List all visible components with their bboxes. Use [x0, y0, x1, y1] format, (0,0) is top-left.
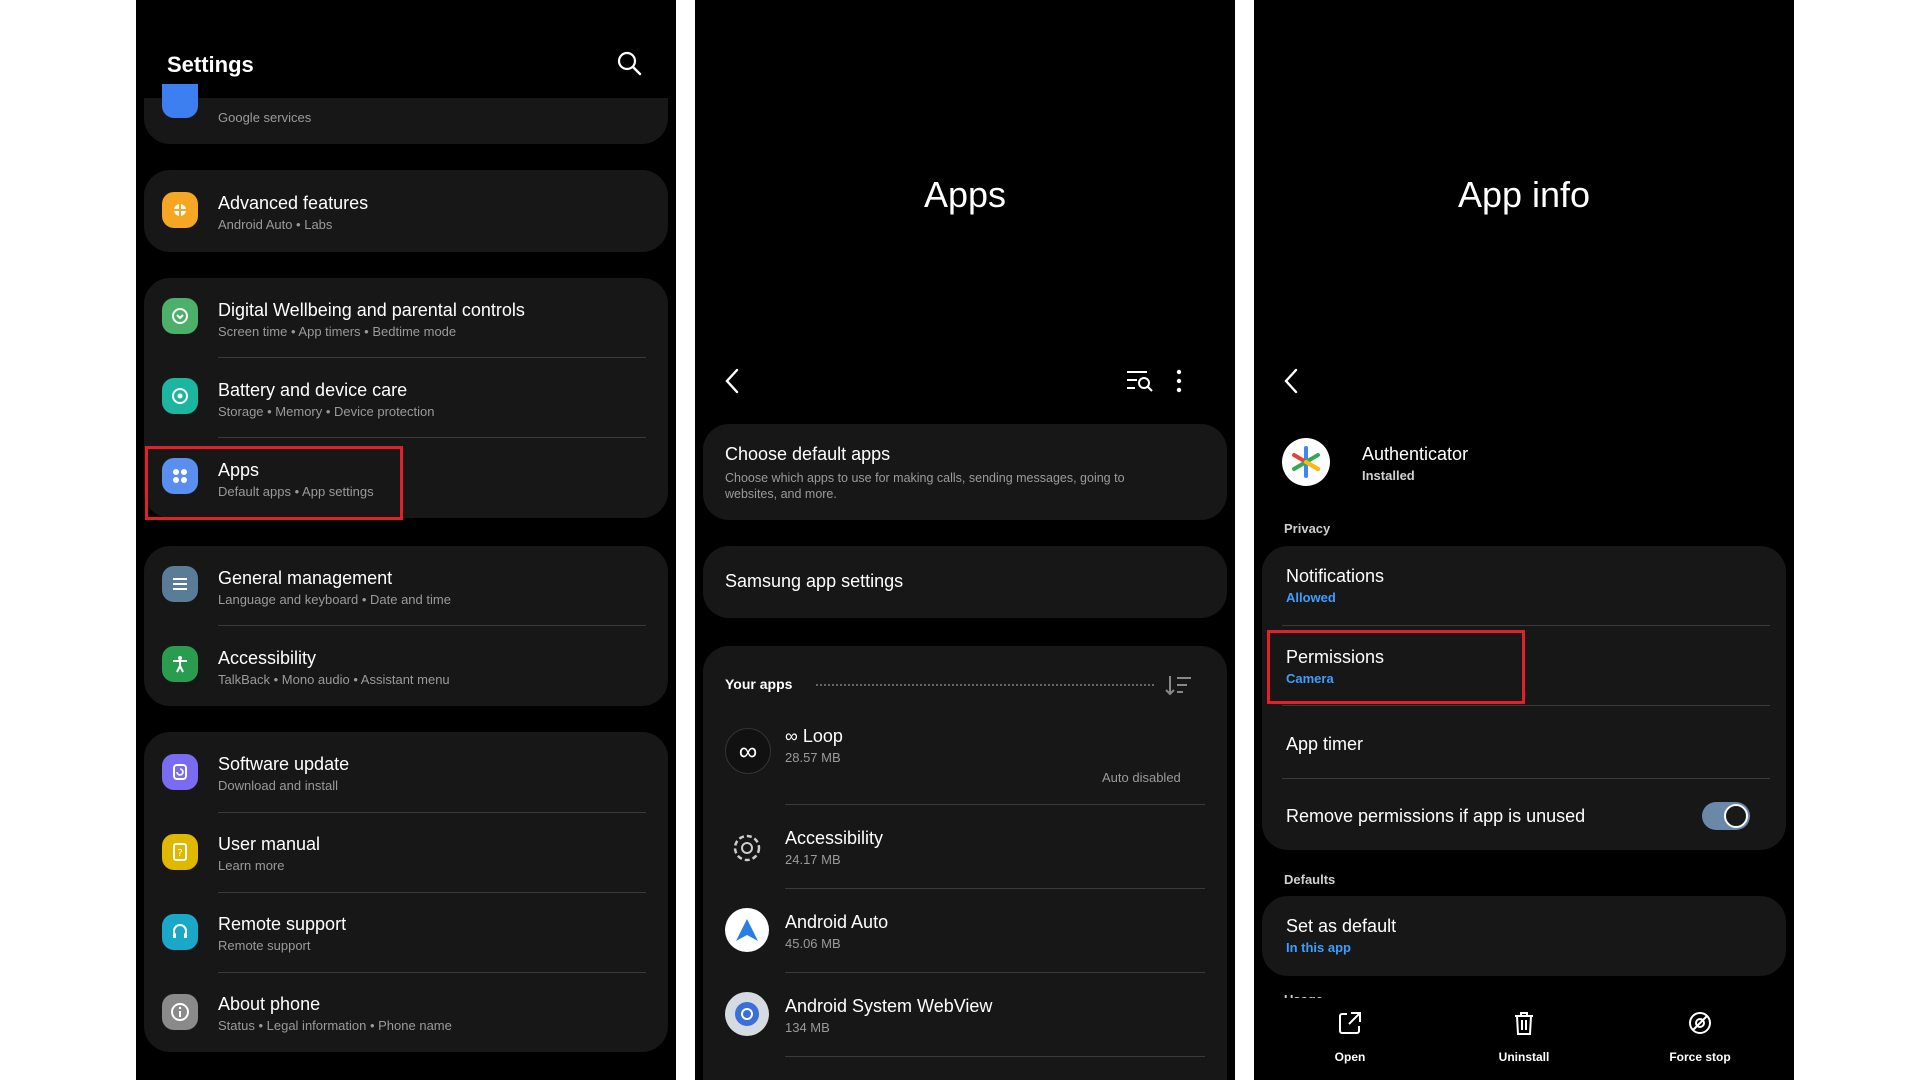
- set-as-default-value: In this app: [1286, 940, 1351, 955]
- settings-item-sub: Storage • Memory • Device protection: [218, 404, 435, 419]
- notifications-value: Allowed: [1286, 590, 1336, 605]
- settings-item-sub: Download and install: [218, 778, 338, 793]
- page-title: Apps: [923, 174, 1007, 215]
- settings-item-label: About phone: [218, 994, 321, 1014]
- app-size: 45.06 MB: [785, 936, 841, 951]
- highlight-box-permissions: [1267, 630, 1525, 704]
- app-name: Authenticator: [1362, 444, 1469, 464]
- settings-item-sub: Learn more: [218, 858, 285, 873]
- wellbeing-icon: [162, 298, 198, 334]
- your-apps-header: Your apps: [725, 676, 793, 692]
- app-name: Android Auto: [785, 912, 889, 932]
- app-name: ∞ Loop: [785, 726, 843, 746]
- notifications-label: Notifications: [1286, 566, 1385, 586]
- search-list-icon[interactable]: [1125, 368, 1153, 399]
- your-apps-card: Your apps ∞ ∞ Loop 28.57 MB Auto disable…: [703, 646, 1227, 1080]
- page-title: Settings: [167, 52, 254, 77]
- software-update-icon: [162, 754, 198, 790]
- set-as-default-label: Set as default: [1286, 916, 1397, 936]
- privacy-section-header: Privacy: [1284, 521, 1331, 536]
- settings-screen: Settings Google services Advanced featur…: [136, 0, 676, 1080]
- webview-icon: [725, 992, 769, 1036]
- choose-default-apps-card[interactable]: Choose default apps Choose which apps to…: [703, 424, 1227, 520]
- divider: [218, 625, 646, 626]
- settings-item-label: Digital Wellbeing and parental controls: [218, 300, 525, 320]
- divider: [1282, 625, 1770, 626]
- samsung-app-settings-label: Samsung app settings: [725, 571, 904, 591]
- divider: [785, 1056, 1205, 1057]
- google-icon: [162, 84, 198, 118]
- settings-item-label: User manual: [218, 834, 321, 854]
- open-external-icon: [1337, 1010, 1363, 1041]
- apps-screen: Apps Choose default apps Choose which ap…: [695, 0, 1235, 1080]
- divider: [1282, 705, 1770, 706]
- page-title: App info: [1457, 174, 1591, 215]
- app-name: Accessibility: [785, 828, 884, 848]
- divider: [218, 357, 646, 358]
- settings-item-label: Accessibility: [218, 648, 317, 668]
- divider: [1282, 778, 1770, 779]
- divider: [218, 892, 646, 893]
- divider: [218, 812, 646, 813]
- divider: [785, 972, 1205, 973]
- search-icon[interactable]: [616, 50, 642, 81]
- app-timer-label: App timer: [1286, 734, 1364, 754]
- settings-item-label: Remote support: [218, 914, 347, 934]
- dotted-separator: [816, 684, 1154, 686]
- divider: [785, 888, 1205, 889]
- samsung-app-settings-card[interactable]: Samsung app settings: [703, 546, 1227, 618]
- info-icon: [162, 994, 198, 1030]
- app-size: 24.17 MB: [785, 852, 841, 867]
- gear-icon: [727, 828, 767, 873]
- settings-item-sub: TalkBack • Mono audio • Assistant menu: [218, 672, 450, 687]
- remove-permissions-label: Remove permissions if app is unused: [1286, 806, 1586, 826]
- uninstall-label: Uninstall: [1498, 1050, 1550, 1064]
- svg-text:?: ?: [177, 848, 182, 859]
- remove-permissions-toggle[interactable]: [1702, 802, 1750, 830]
- puzzle-icon: [162, 192, 198, 228]
- settings-item-sub: Remote support: [218, 938, 311, 953]
- accessibility-person-icon: [162, 646, 198, 682]
- divider: [218, 437, 646, 438]
- choose-default-apps-sub: Choose which apps to use for making call…: [725, 471, 1125, 501]
- settings-item-label: Advanced features: [218, 193, 369, 213]
- loop-app-icon: ∞: [725, 728, 771, 774]
- back-arrow-icon[interactable]: [723, 368, 741, 399]
- force-stop-icon: [1687, 1010, 1713, 1041]
- settings-item-label: Software update: [218, 754, 350, 774]
- google-services-sub: Google services: [218, 110, 312, 125]
- divider: [218, 972, 646, 973]
- settings-item-sub: Screen time • App timers • Bedtime mode: [218, 324, 457, 339]
- trash-icon: [1512, 1010, 1536, 1041]
- settings-item-sub: Android Auto • Labs: [218, 217, 333, 232]
- app-install-status: Installed: [1362, 468, 1415, 483]
- app-size: 134 MB: [785, 1020, 830, 1035]
- user-manual-icon: ?: [162, 834, 198, 870]
- toggle-knob: [1724, 804, 1748, 828]
- authenticator-app-icon: [1282, 438, 1330, 486]
- app-name: Android System WebView: [785, 996, 993, 1016]
- divider: [785, 804, 1205, 805]
- sliders-icon: [162, 566, 198, 602]
- app-status-note: Auto disabled: [1102, 770, 1181, 785]
- settings-item-sub: Status • Legal information • Phone name: [218, 1018, 452, 1033]
- app-info-screen: App info Authenticator Installed Privacy…: [1254, 0, 1794, 1080]
- android-auto-icon: [725, 908, 769, 952]
- settings-item-label: Battery and device care: [218, 380, 408, 400]
- app-size: 28.57 MB: [785, 750, 841, 765]
- force-stop-label: Force stop: [1669, 1050, 1731, 1064]
- defaults-section-header: Defaults: [1284, 872, 1336, 887]
- settings-item-sub: Language and keyboard • Date and time: [218, 592, 451, 607]
- open-label: Open: [1334, 1050, 1366, 1064]
- highlight-box-apps: [145, 446, 403, 520]
- choose-default-apps-label: Choose default apps: [725, 444, 891, 464]
- more-options-icon[interactable]: [1175, 368, 1183, 399]
- battery-care-icon: [162, 378, 198, 414]
- headset-icon: [162, 914, 198, 950]
- sort-icon[interactable]: [1165, 674, 1193, 701]
- back-arrow-icon[interactable]: [1282, 368, 1300, 399]
- settings-item-label: General management: [218, 568, 393, 588]
